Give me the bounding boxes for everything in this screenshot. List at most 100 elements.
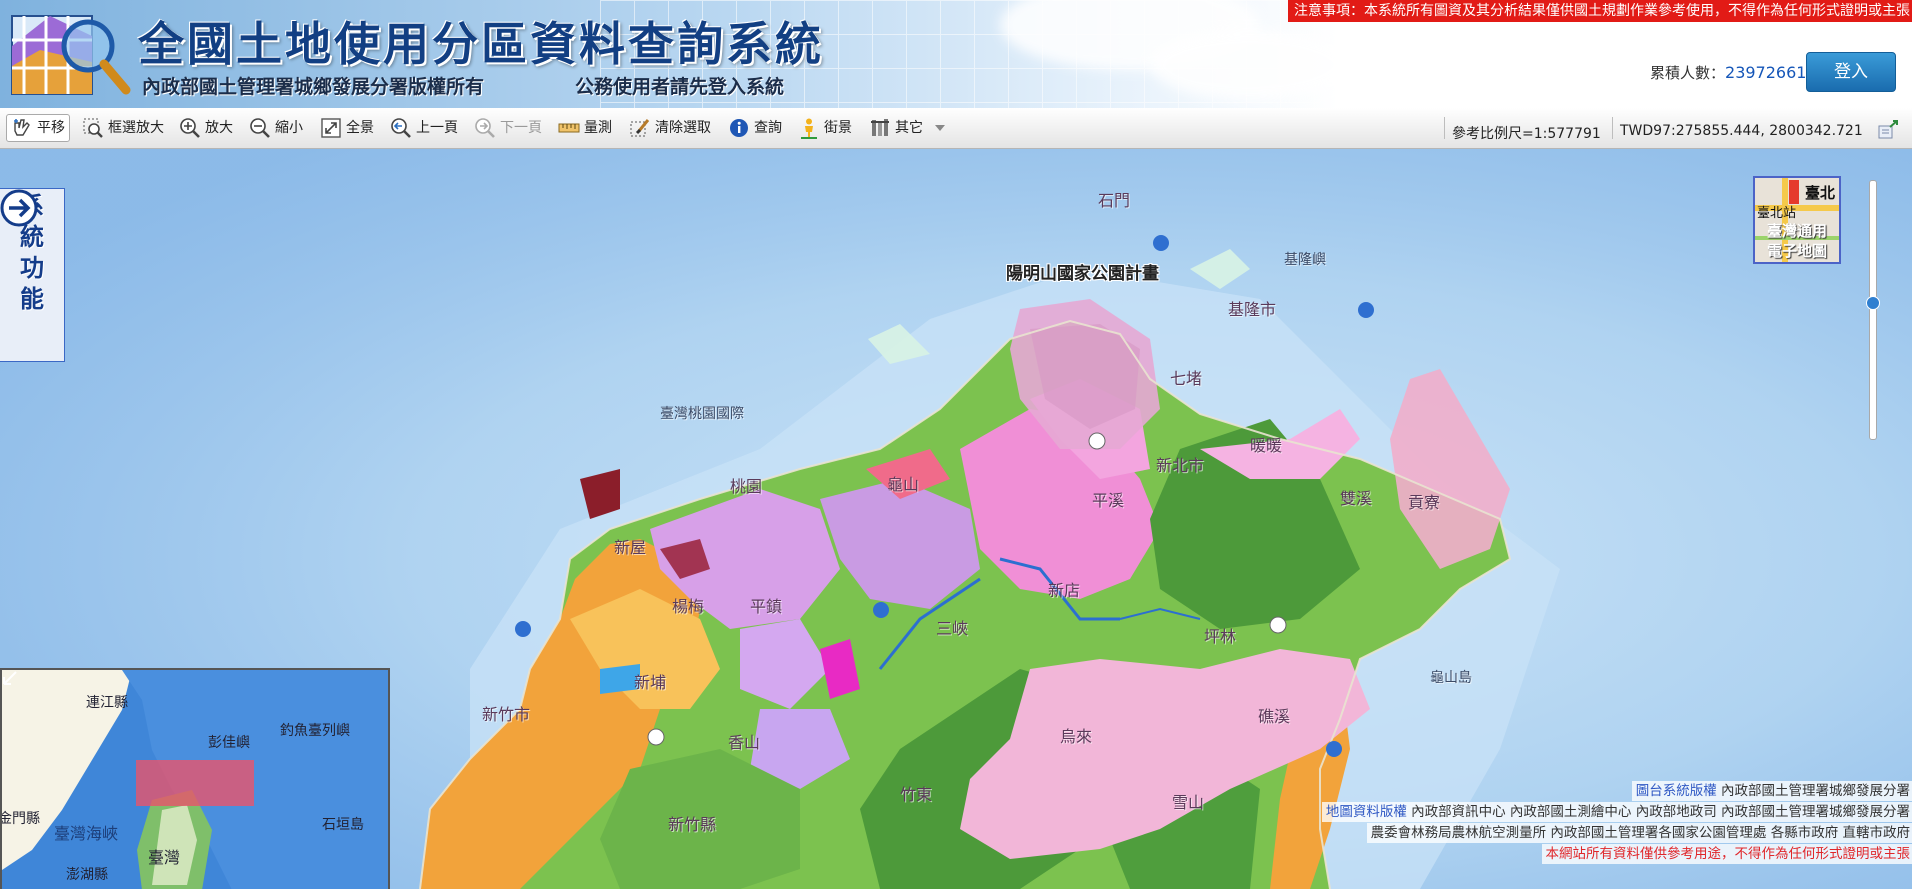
zoom-out-icon [250,118,270,138]
query-label: 查詢 [754,120,782,136]
login-hint-subtitle: 公務使用者請先登入系統 [575,76,785,98]
map-view[interactable]: 陽明山國家公園計畫 石門 基隆嶼 基隆市 七堵 暖暖 新北市 平溪 雙溪 貢寮 … [0,149,1912,889]
basemap-switcher[interactable]: 臺北 臺北站 臺灣通用 電子地圖 [1753,176,1841,264]
full-extent-icon [321,118,341,138]
system-function-panel[interactable]: 系 統 功 能 [0,188,65,362]
basemap-name-line1: 臺灣通用 [1766,222,1827,240]
next-extent-label: 下一頁 [500,120,542,136]
basemap-name-line2: 電子地圖 [1766,242,1827,260]
ruler-icon [558,123,580,133]
zoom-out-label: 縮小 [275,120,303,136]
map-label-wulai: 烏來 [1060,727,1093,746]
overview-resize-icon[interactable] [2,670,18,686]
map-label-taoyuan: 桃園 [730,477,763,496]
credit-map-value-2: 農委會林務局農林航空測量所 內政部國土管理署各國家公園管理處 各縣市政府 直轄市… [1370,825,1910,841]
map-label-sanxia: 三峽 [936,619,969,638]
zoom-slider-handle[interactable] [1866,296,1880,310]
pan-hand-icon [14,119,30,136]
overview-label-kinmen: 金門縣 [0,811,40,827]
login-button[interactable]: 登入 [1806,52,1896,92]
credit-map-key: 地圖資料版權 [1325,804,1407,820]
credit-mapdata: 地圖資料版權 內政部資訊中心 內政部國土測繪中心 內政部地政司 內政部國土管理署… [1321,802,1912,822]
toolbar-divider [1612,117,1613,139]
map-label-yangmingshan: 陽明山國家公園計畫 [1006,264,1159,284]
pan-label: 平移 [37,120,65,136]
map-label-jiaoxi: 礁溪 [1258,707,1291,726]
overview-label-lianjiang: 連江縣 [86,695,128,711]
map-label-xinwu: 新屋 [614,538,647,557]
map-label-guishan: 龜山 [887,475,920,494]
street-view-tool[interactable]: 街景 [798,115,852,141]
zoom-out-tool[interactable]: 縮小 [249,115,303,141]
arrow-right-icon[interactable] [0,189,38,227]
tools-icon [871,119,889,136]
map-label-qidu: 七堵 [1170,369,1203,388]
map-label-shuangxi: 雙溪 [1340,489,1373,508]
overview-label-penghu: 澎湖縣 [66,867,108,883]
overview-label-diaoyutai: 釣魚臺列嶼 [280,723,350,739]
overview-map-canvas [2,670,388,889]
map-scale: 參考比例尺=1:577791 [1452,126,1601,142]
full-extent-tool[interactable]: 全景 [320,115,374,141]
map-coordinates: TWD97:275855.444, 2800342.721 [1620,123,1863,139]
map-toolbar: 平移 框選放大 放大 縮小 全景 上一頁 下一頁 量測 清除選取 查詢 街景 其… [0,108,1912,149]
overview-label-pengjia: 彭佳嶼 [208,735,250,751]
zoom-in-icon [180,118,200,138]
zoom-in-label: 放大 [205,120,233,136]
header-banner: 全國土地使用分區資料查詢系統 內政部國土管理署城鄉發展分署版權所有 公務使用者請… [0,0,1912,108]
prev-extent-tool[interactable]: 上一頁 [390,115,458,141]
next-extent-icon [475,118,495,138]
clear-selection-label: 清除選取 [655,120,711,136]
clear-selection-tool[interactable]: 清除選取 [629,115,711,141]
zoom-in-tool[interactable]: 放大 [179,115,233,141]
map-label-xueshan: 雪山 [1172,793,1205,812]
system-logo-icon [11,15,131,95]
credit-warning: 本網站所有資料僅供參考用途，不得作為任何形式證明或主張 [1541,844,1912,864]
next-extent-tool[interactable]: 下一頁 [474,115,542,141]
visit-counter: 累積人數：23972661 [1650,62,1806,83]
other-label: 其它 [895,120,923,136]
box-zoom-label: 框選放大 [108,120,164,136]
full-extent-label: 全景 [346,120,374,136]
box-zoom-icon [83,118,103,138]
map-label-xindian: 新店 [1048,581,1081,600]
map-label-nuannuan: 暖暖 [1250,436,1283,455]
box-zoom-tool[interactable]: 框選放大 [82,115,164,141]
map-label-hsinchu-city: 新竹市 [482,705,531,724]
map-label-new-taipei: 新北市 [1156,456,1205,475]
credit-map-value: 內政部資訊中心 內政部國土測繪中心 內政部地政司 內政部國土管理署城鄉發展分署 [1411,804,1910,820]
map-label-yangmei: 楊梅 [672,597,705,616]
map-label-keelung-island: 基隆嶼 [1284,252,1326,268]
measure-tool[interactable]: 量測 [558,115,612,141]
header-cloud [1150,30,1350,100]
map-label-keelung-city: 基隆市 [1228,300,1277,319]
credit-platform-key: 圖台系統版權 [1635,783,1717,799]
notice-banner: 注意事項：本系統所有圖資及其分析結果僅供國土規劃作業參考使用，不得作為任何形式證… [1288,0,1912,22]
overview-label-shigaki: 石垣島 [322,817,364,833]
zoom-slider[interactable] [1869,180,1877,440]
overview-label-taiwan: 臺灣 [148,848,181,867]
toolbar-divider [1444,117,1445,139]
coordinate-locate-icon[interactable] [1876,117,1900,141]
pan-tool[interactable]: 平移 [6,114,70,142]
map-label-xinpu: 新埔 [634,673,667,692]
other-menu[interactable]: 其它 [869,115,946,141]
sys-char-4: 能 [20,285,44,313]
basemap-tag: 臺北 [1804,184,1835,202]
credit-warning-text: 本網站所有資料僅供參考用途，不得作為任何形式證明或主張 [1545,846,1911,862]
street-view-label: 街景 [824,120,852,136]
info-icon [730,119,748,137]
credit-mapdata-2: 農委會林務局農林航空測量所 內政部國土管理署各國家公園管理處 各縣市政府 直轄市… [1366,823,1912,843]
credit-platform-value: 內政部國土管理署城鄉發展分署 [1721,783,1910,799]
overview-extent-box[interactable] [136,760,254,806]
sys-char-3: 功 [20,254,44,282]
page-title: 全國土地使用分區資料查詢系統 [138,17,824,71]
map-label-guishan-island: 龜山島 [1430,670,1472,686]
map-label-gongliao: 貢寮 [1408,493,1441,512]
prev-extent-label: 上一頁 [416,120,458,136]
prev-extent-icon [391,118,411,138]
map-label-xiangshan: 香山 [728,733,761,752]
credit-platform: 圖台系統版權 內政部國土管理署城鄉發展分署 [1631,781,1912,801]
query-tool[interactable]: 查詢 [728,115,782,141]
overview-map[interactable]: 連江縣 彭佳嶼 釣魚臺列嶼 金門縣 臺灣海峽 臺灣 石垣島 澎湖縣 [0,668,390,889]
